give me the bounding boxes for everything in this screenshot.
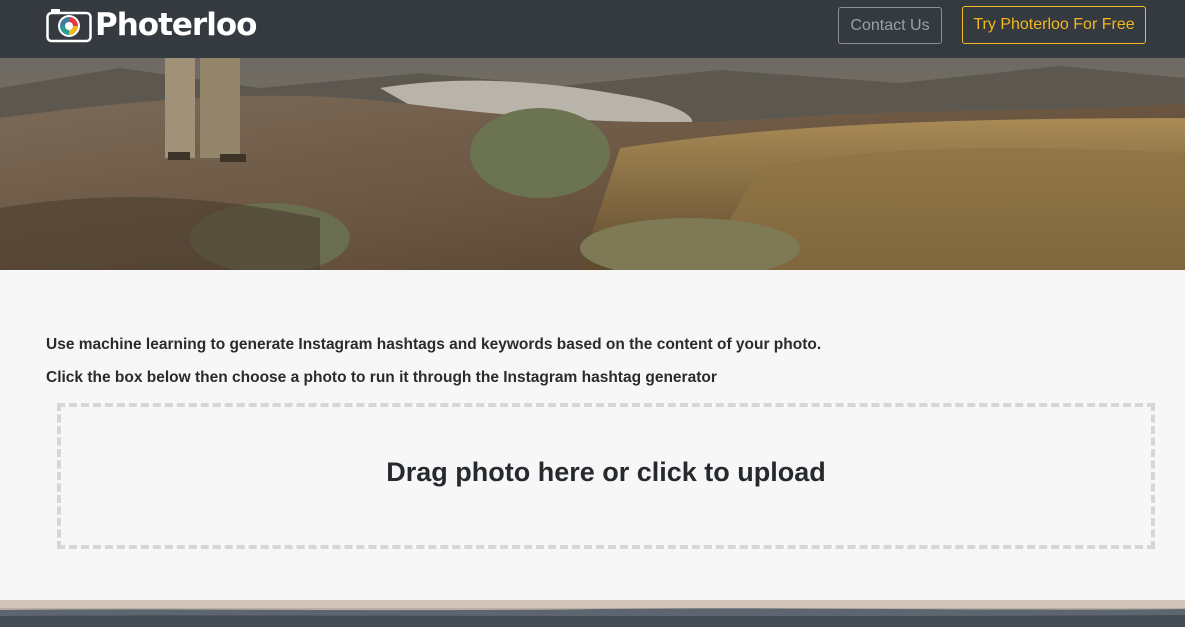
footer-photo <box>0 600 1185 627</box>
brand-link[interactable]: Photerloo <box>46 6 257 44</box>
try-free-button[interactable]: Try Photerloo For Free <box>962 6 1146 44</box>
intro-text: Use machine learning to generate Instagr… <box>46 336 822 353</box>
dropzone-label: Drag photo here or click to upload <box>386 456 826 487</box>
instruction-text: Click the box below then choose a photo … <box>46 369 717 386</box>
photo-upload-dropzone[interactable]: Drag photo here or click to upload <box>57 403 1155 549</box>
brand-name: Photerloo <box>95 7 257 43</box>
camera-logo-icon <box>46 9 92 43</box>
navbar: Photerloo Contact Us Try Photerloo For F… <box>0 0 1185 58</box>
hero-photo <box>0 58 1185 270</box>
contact-us-button[interactable]: Contact Us <box>838 7 942 44</box>
main-content: Use machine learning to generate Instagr… <box>0 270 1185 600</box>
